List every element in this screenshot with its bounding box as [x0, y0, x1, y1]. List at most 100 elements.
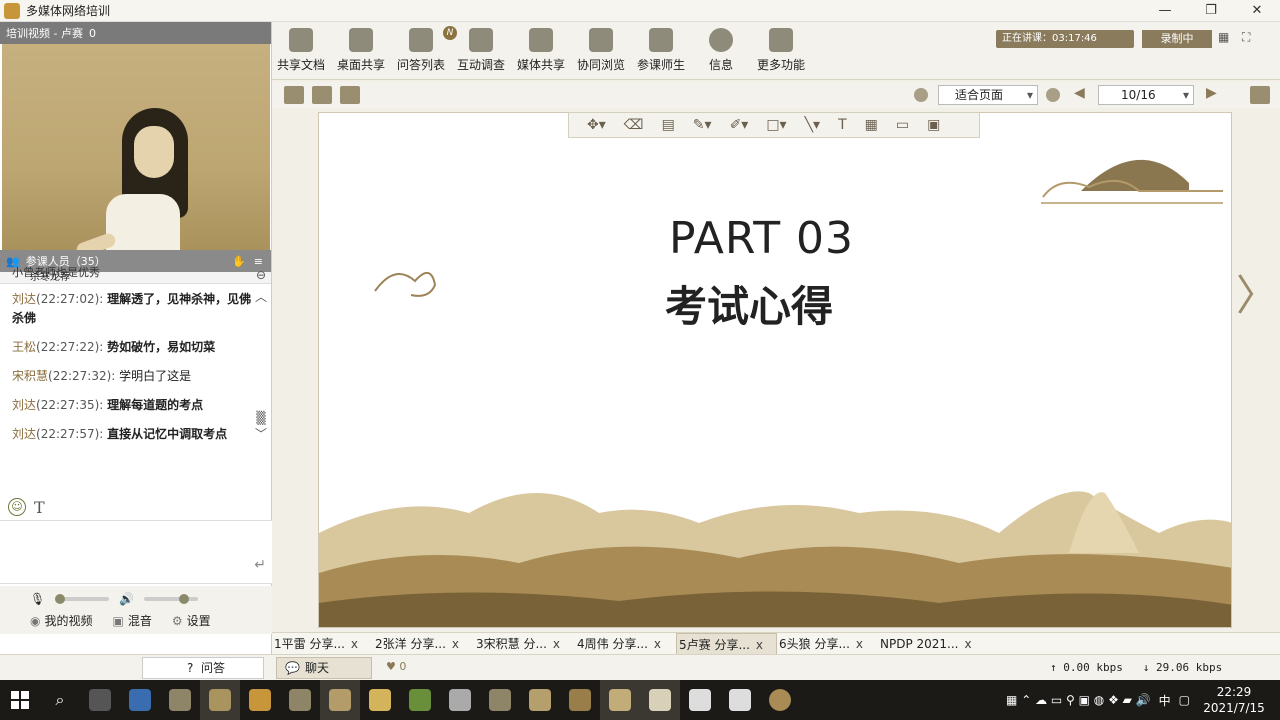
page-select[interactable]: 10/16: [1098, 85, 1194, 105]
share-tab[interactable]: 2张洋 分享... x: [373, 633, 474, 655]
share-tab[interactable]: NPDP 2021... x: [878, 633, 979, 655]
grid-icon[interactable]: ▦: [865, 117, 878, 133]
chat-sender[interactable]: 王松: [12, 340, 36, 354]
zoom-in-icon[interactable]: [914, 88, 928, 102]
font-icon[interactable]: T: [34, 498, 45, 517]
pen-icon[interactable]: ✎▾: [693, 117, 712, 133]
app-icon-2[interactable]: [160, 680, 200, 720]
settings-button[interactable]: ⚙ 设置: [172, 612, 211, 629]
app-icon-14[interactable]: [640, 680, 680, 720]
app-icon-13[interactable]: [600, 680, 640, 720]
share-tab[interactable]: 4周伟 分享... x: [575, 633, 676, 655]
chat-sender[interactable]: 刘达: [12, 427, 36, 441]
more-button[interactable]: 更多功能: [752, 28, 810, 73]
close-tab-icon[interactable]: x: [856, 637, 863, 651]
line-icon[interactable]: ╲▾: [805, 117, 820, 133]
teacher-video[interactable]: [2, 44, 270, 250]
task-view-button[interactable]: [80, 680, 120, 720]
maximize-button[interactable]: ❐: [1188, 0, 1234, 22]
search-button[interactable]: ⌕: [40, 680, 80, 720]
collapse-icon[interactable]: ⊖: [254, 268, 268, 282]
app-icon-12[interactable]: [560, 680, 600, 720]
mic-slider[interactable]: [55, 594, 110, 604]
start-button[interactable]: [0, 680, 40, 720]
minimize-button[interactable]: —: [1142, 0, 1188, 22]
add-doc-icon[interactable]: [312, 86, 332, 104]
scroll-up-icon[interactable]: ︿: [254, 288, 268, 305]
my-video-button[interactable]: ◉ 我的视频: [30, 612, 93, 629]
scroll-down-icon[interactable]: ﹀: [254, 425, 268, 442]
notification-icon[interactable]: ▢: [1179, 693, 1190, 707]
qa-tab[interactable]: ? 问答: [142, 657, 264, 679]
share-tab[interactable]: 3宋积慧 分... x: [474, 633, 575, 655]
app-icon-10[interactable]: [480, 680, 520, 720]
prev-page-icon[interactable]: ◀: [1074, 85, 1085, 101]
chat-sender[interactable]: 刘达: [12, 292, 36, 306]
close-tab-icon[interactable]: x: [756, 638, 763, 652]
app-icon-3[interactable]: [200, 680, 240, 720]
ie-icon[interactable]: [120, 680, 160, 720]
record-status[interactable]: 录制中: [1142, 30, 1212, 48]
close-tab-icon[interactable]: x: [553, 637, 560, 651]
send-icon[interactable]: ↵: [254, 557, 266, 573]
layout-icon[interactable]: ▦: [1218, 30, 1229, 44]
media-share-button[interactable]: 媒体共享: [512, 28, 570, 73]
app-icon-16[interactable]: [720, 680, 760, 720]
zoom-select[interactable]: 适合页面: [938, 85, 1038, 105]
likes[interactable]: ♥ 0: [386, 660, 406, 673]
desktop-share-button[interactable]: 桌面共享: [332, 28, 390, 73]
text-icon[interactable]: T: [838, 117, 847, 133]
app-icon-11[interactable]: [520, 680, 560, 720]
share-tab[interactable]: 6头狼 分享... x: [777, 633, 878, 655]
close-tab-icon[interactable]: x: [351, 637, 358, 651]
qa-list-button[interactable]: 问答列表: [392, 26, 457, 73]
share-docs-button[interactable]: 共享文档: [272, 28, 330, 73]
app-icon-17[interactable]: [760, 680, 800, 720]
next-slide-arrow[interactable]: 〉: [1236, 262, 1278, 323]
ime-indicator[interactable]: 中: [1159, 692, 1171, 709]
chat-scrollbar[interactable]: ⊖ ︿ ▒ ﹀: [254, 268, 268, 458]
eraser-icon[interactable]: ⌫: [624, 117, 644, 133]
next-page-icon[interactable]: ▶: [1206, 85, 1217, 101]
app-icon-6[interactable]: [320, 680, 360, 720]
tray-icons[interactable]: ▦ ⌃ ☁ ▭ ⚲ ▣ ◍ ❖ ▰ 🔊: [1006, 693, 1151, 707]
app-icon-4[interactable]: [240, 680, 280, 720]
chat-input[interactable]: ↵: [0, 520, 272, 584]
close-tab-icon[interactable]: x: [452, 637, 459, 651]
clipboard-icon[interactable]: ▤: [662, 117, 675, 133]
participants-button[interactable]: 参课师生: [632, 28, 690, 73]
clock[interactable]: 22:29 2021/7/15: [1198, 684, 1270, 716]
chat-sender[interactable]: 宋积慧: [12, 369, 48, 383]
export-icon[interactable]: [340, 86, 360, 104]
shield-icon[interactable]: [440, 680, 480, 720]
app-icon-15[interactable]: [680, 680, 720, 720]
mic-icon[interactable]: 🎙: [30, 592, 45, 606]
emoji-icon[interactable]: ☺: [8, 498, 26, 516]
close-tab-icon[interactable]: x: [654, 637, 661, 651]
mix-button[interactable]: ▣ 混音: [113, 612, 152, 629]
highlighter-icon[interactable]: ✐▾: [730, 117, 749, 133]
chat-sender[interactable]: 刘达: [12, 398, 36, 412]
close-button[interactable]: ✕: [1234, 0, 1280, 22]
fit-window-icon[interactable]: [1250, 86, 1270, 104]
clear-icon[interactable]: ▭: [896, 117, 909, 133]
info-button[interactable]: 信息: [692, 28, 750, 73]
share-tab[interactable]: 1平雷 分享... x: [272, 633, 373, 655]
co-browse-button[interactable]: 协同浏览: [572, 28, 630, 73]
zoom-out-icon[interactable]: [1046, 88, 1060, 102]
scroll-thumb[interactable]: ▒: [254, 411, 268, 425]
share-tab[interactable]: 5卢赛 分享... x: [676, 633, 777, 655]
fullscreen-icon[interactable]: ⛶: [1242, 30, 1250, 45]
close-tab-icon[interactable]: x: [965, 637, 972, 651]
app-icon-8[interactable]: [400, 680, 440, 720]
rectangle-icon[interactable]: □▾: [766, 117, 786, 133]
save-icon[interactable]: ▣: [927, 117, 940, 133]
speaker-icon[interactable]: 🔊: [119, 592, 134, 606]
open-folder-icon[interactable]: [284, 86, 304, 104]
chat-tab[interactable]: 💬 聊天: [276, 657, 372, 679]
folder-icon[interactable]: [360, 680, 400, 720]
volume-slider[interactable]: [144, 594, 199, 604]
survey-button[interactable]: 互动调查: [452, 28, 510, 73]
pointer-icon[interactable]: ✥▾: [587, 117, 606, 133]
app-icon-5[interactable]: [280, 680, 320, 720]
